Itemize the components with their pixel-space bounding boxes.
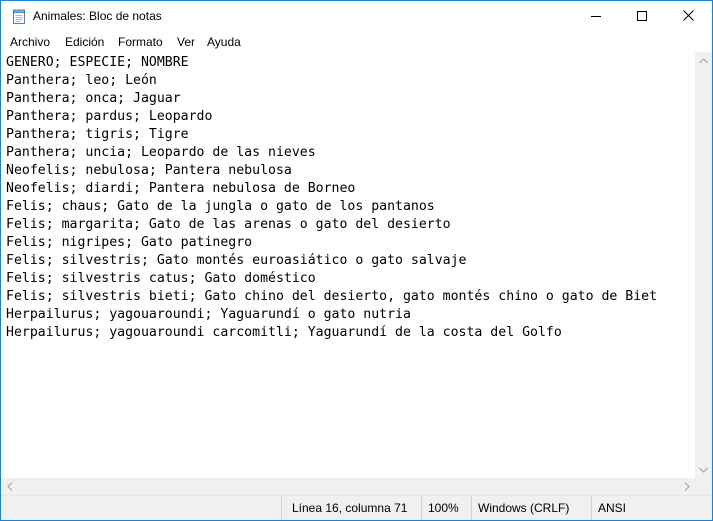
maximize-icon	[637, 8, 647, 26]
menu-ver[interactable]: Ver	[176, 32, 196, 52]
text-line: Herpailurus; yagouaroundi carcomitli; Ya…	[6, 325, 562, 340]
status-cursor-position: Línea 16, columna 71	[281, 496, 421, 520]
text-line: Herpailurus; yagouaroundi; Yaguarundí o …	[6, 307, 411, 322]
scroll-right-icon[interactable]	[678, 478, 695, 495]
status-line-ending: Windows (CRLF)	[471, 496, 591, 520]
status-bar: Línea 16, columna 71 100% Windows (CRLF)…	[1, 495, 712, 520]
title-bar[interactable]: Animales: Bloc de notas	[1, 1, 712, 32]
menu-archivo[interactable]: Archivo	[9, 32, 51, 52]
document-text[interactable]: GENERO; ESPECIE; NOMBRE Panthera; leo; L…	[6, 54, 657, 342]
text-line: Felis; silvestris bieti; Gato chino del …	[6, 289, 658, 304]
text-line: GENERO; ESPECIE; NOMBRE	[6, 55, 189, 70]
text-line: Felis; silvestris catus; Gato doméstico	[6, 271, 316, 286]
scroll-left-icon[interactable]	[1, 478, 18, 495]
menu-edicion[interactable]: Edición	[64, 32, 105, 52]
text-line: Neofelis; nebulosa; Pantera nebulosa	[6, 163, 292, 178]
close-icon	[682, 8, 694, 26]
text-line: Panthera; onca; Jaguar	[6, 91, 181, 106]
minimize-icon	[591, 8, 601, 26]
status-encoding: ANSI	[591, 496, 712, 520]
menu-formato[interactable]: Formato	[117, 32, 164, 52]
text-line: Panthera; pardus; Leopardo	[6, 109, 213, 124]
horizontal-scrollbar[interactable]	[1, 478, 695, 495]
text-line: Panthera; tigris; Tigre	[6, 127, 189, 142]
text-line: Panthera; leo; León	[6, 73, 157, 88]
scroll-down-icon[interactable]	[695, 461, 712, 478]
text-line: Panthera; uncia; Leopardo de las nieves	[6, 145, 316, 160]
text-line: Felis; silvestris; Gato montés euroasiát…	[6, 253, 467, 268]
notepad-icon	[11, 9, 27, 25]
close-button[interactable]	[665, 1, 711, 32]
text-editor[interactable]: GENERO; ESPECIE; NOMBRE Panthera; leo; L…	[1, 52, 695, 478]
text-line: Felis; margarita; Gato de las arenas o g…	[6, 217, 451, 232]
menu-bar: Archivo Edición Formato Ver Ayuda	[1, 32, 712, 52]
scrollbar-corner	[695, 478, 712, 495]
status-zoom: 100%	[421, 496, 471, 520]
scroll-up-icon[interactable]	[695, 52, 712, 69]
window-title: Animales: Bloc de notas	[33, 9, 162, 23]
text-line: Neofelis; diardi; Pantera nebulosa de Bo…	[6, 181, 356, 196]
text-line: Felis; nigripes; Gato patinegro	[6, 235, 253, 250]
maximize-button[interactable]	[619, 1, 665, 32]
notepad-window: Animales: Bloc de notas Archivo Edición …	[0, 0, 713, 521]
minimize-button[interactable]	[573, 1, 619, 32]
menu-ayuda[interactable]: Ayuda	[206, 32, 242, 52]
vertical-scrollbar[interactable]	[695, 52, 712, 478]
text-line: Felis; chaus; Gato de la jungla o gato d…	[6, 199, 435, 214]
